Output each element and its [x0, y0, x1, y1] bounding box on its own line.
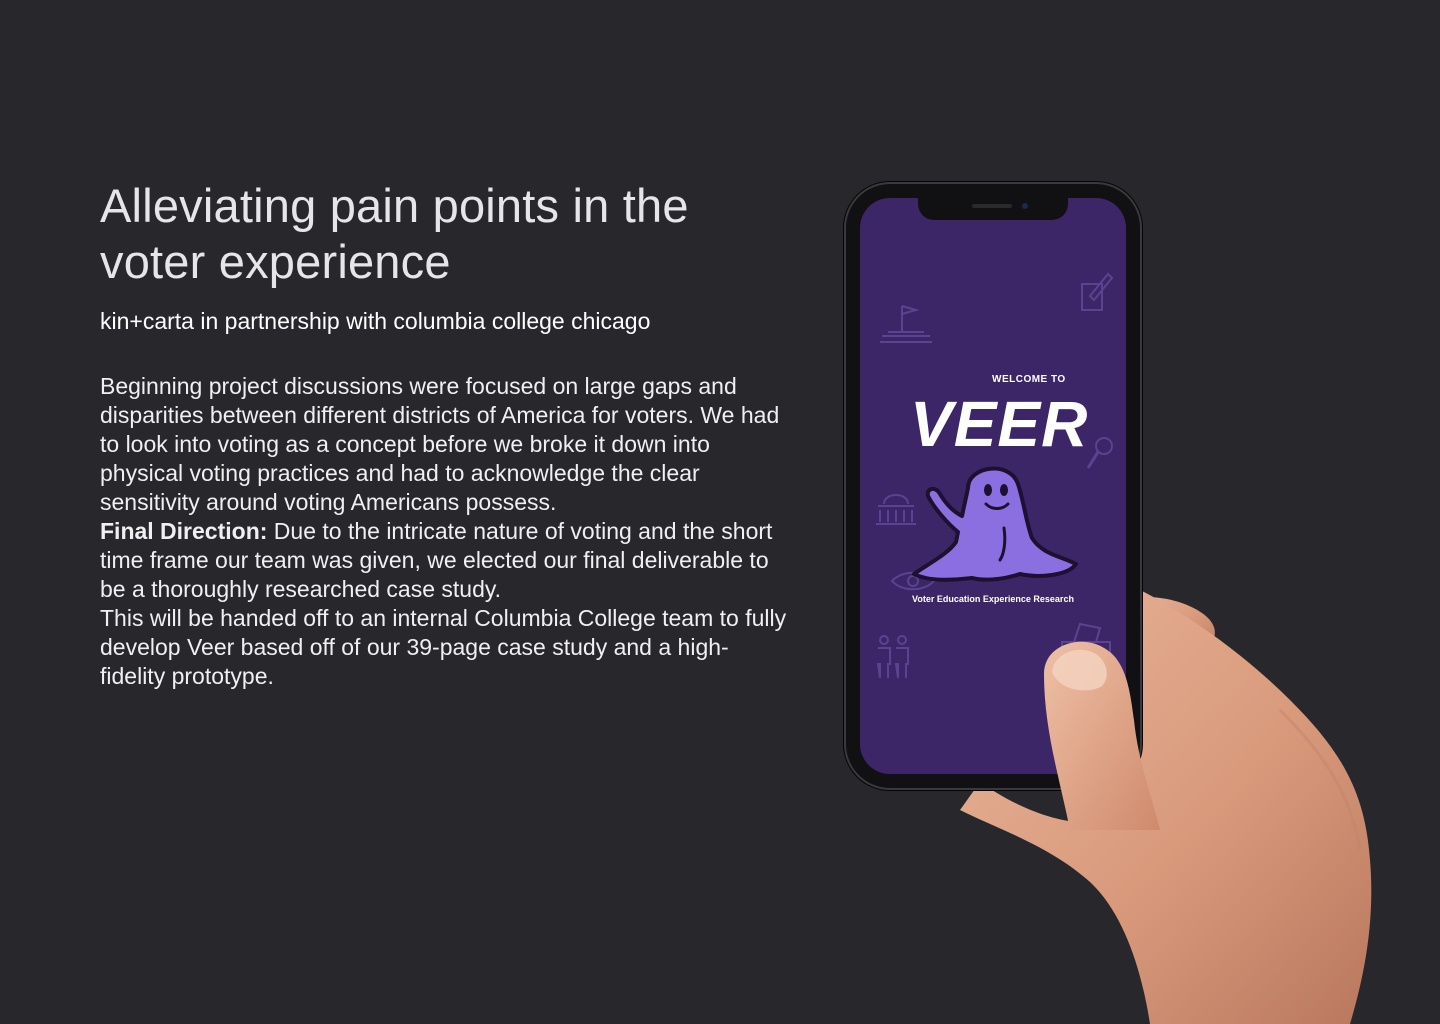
- description: Beginning project discussions were focus…: [100, 372, 790, 691]
- voters-icon: [876, 635, 909, 679]
- camera-icon: [1022, 203, 1028, 209]
- content-column: Alleviating pain points in the voter exp…: [100, 178, 790, 691]
- page-subtitle: kin+carta in partnership with columbia c…: [100, 308, 651, 334]
- app-logo-text: VEER: [910, 388, 1089, 460]
- speaker-grille: [972, 204, 1012, 208]
- flag-podium-icon: [880, 305, 932, 343]
- phone-mockup: WELCOME TO VEER Voter Education Experien…: [820, 170, 1420, 1024]
- handoff-paragraph: This will be handed off to an internal C…: [100, 605, 787, 689]
- pencil-paper-icon: [1081, 272, 1114, 311]
- thumb-image: [1044, 641, 1160, 830]
- page-title: Alleviating pain points in the voter exp…: [100, 179, 689, 288]
- intro-paragraph: Beginning project discussions were focus…: [100, 373, 780, 515]
- final-direction-paragraph: Final Direction: Due to the intricate na…: [100, 517, 790, 604]
- app-tagline: Voter Education Experience Research: [912, 594, 1074, 604]
- final-direction-label: Final Direction:: [100, 518, 268, 544]
- ghost-mascot-icon: [912, 466, 1078, 582]
- phone-notch: [918, 198, 1068, 220]
- welcome-label: WELCOME TO: [992, 374, 1066, 385]
